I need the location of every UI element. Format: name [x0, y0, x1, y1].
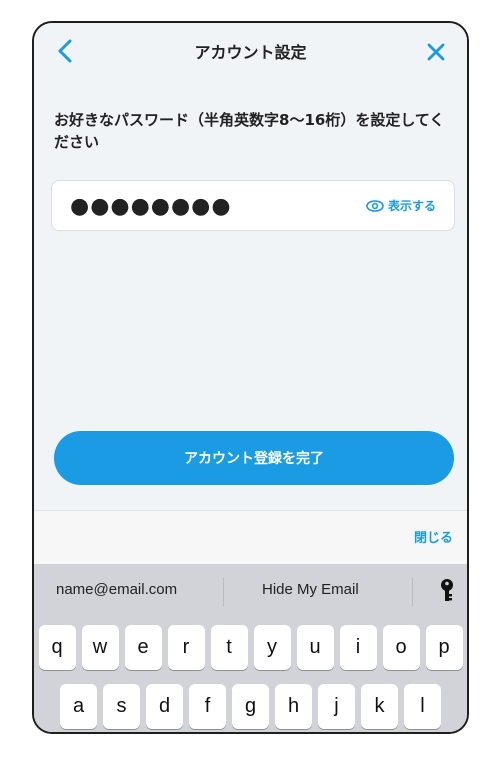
keyboard-accessory-bar: 閉じる	[34, 510, 467, 565]
key-a[interactable]: a	[60, 684, 97, 729]
key-q[interactable]: q	[38, 625, 76, 670]
complete-registration-button[interactable]: アカウント登録を完了	[54, 431, 454, 485]
show-password-toggle[interactable]: 表示する	[366, 197, 436, 214]
key-i[interactable]: i	[339, 625, 377, 670]
password-instructions: お好きなパスワード（半角英数字8〜16桁）を設定してください	[54, 111, 445, 151]
key-y[interactable]: y	[253, 625, 291, 670]
keyboard-row-2: a s d f g h j k l	[34, 684, 467, 729]
keyboard: name@email.com Hide My Email q w e r t y…	[34, 564, 467, 732]
suggestion-divider	[223, 578, 224, 606]
close-keyboard-button[interactable]: 閉じる	[414, 527, 453, 546]
passwords-key-icon[interactable]	[439, 578, 455, 604]
key-w[interactable]: w	[81, 625, 119, 670]
key-f[interactable]: f	[189, 684, 226, 729]
key-e[interactable]: e	[124, 625, 162, 670]
close-icon[interactable]	[425, 38, 447, 64]
password-masked-value: ●●●●●●●●	[70, 194, 232, 219]
key-g[interactable]: g	[232, 684, 269, 729]
key-r[interactable]: r	[167, 625, 205, 670]
key-d[interactable]: d	[146, 684, 183, 729]
password-field[interactable]: ●●●●●●●● 表示する	[51, 180, 455, 231]
key-j[interactable]: j	[318, 684, 355, 729]
keyboard-row-1: q w e r t y u i o p	[34, 625, 467, 670]
key-k[interactable]: k	[361, 684, 398, 729]
phone-frame: アカウント設定 お好きなパスワード（半角英数字8〜16桁）を設定してください ●…	[32, 21, 469, 734]
keyboard-suggestion-bar: name@email.com Hide My Email	[34, 564, 467, 618]
key-t[interactable]: t	[210, 625, 248, 670]
suggestion-divider	[412, 578, 413, 606]
key-l[interactable]: l	[404, 684, 441, 729]
page-title: アカウント設定	[194, 43, 307, 62]
eye-icon	[366, 199, 384, 212]
key-u[interactable]: u	[296, 625, 334, 670]
header: アカウント設定	[34, 23, 467, 80]
suggestion-email[interactable]: name@email.com	[56, 581, 177, 598]
key-p[interactable]: p	[425, 625, 463, 670]
key-o[interactable]: o	[382, 625, 420, 670]
key-h[interactable]: h	[275, 684, 312, 729]
key-s[interactable]: s	[103, 684, 140, 729]
show-password-label: 表示する	[387, 199, 436, 213]
suggestion-hide-my-email[interactable]: Hide My Email	[262, 581, 359, 598]
